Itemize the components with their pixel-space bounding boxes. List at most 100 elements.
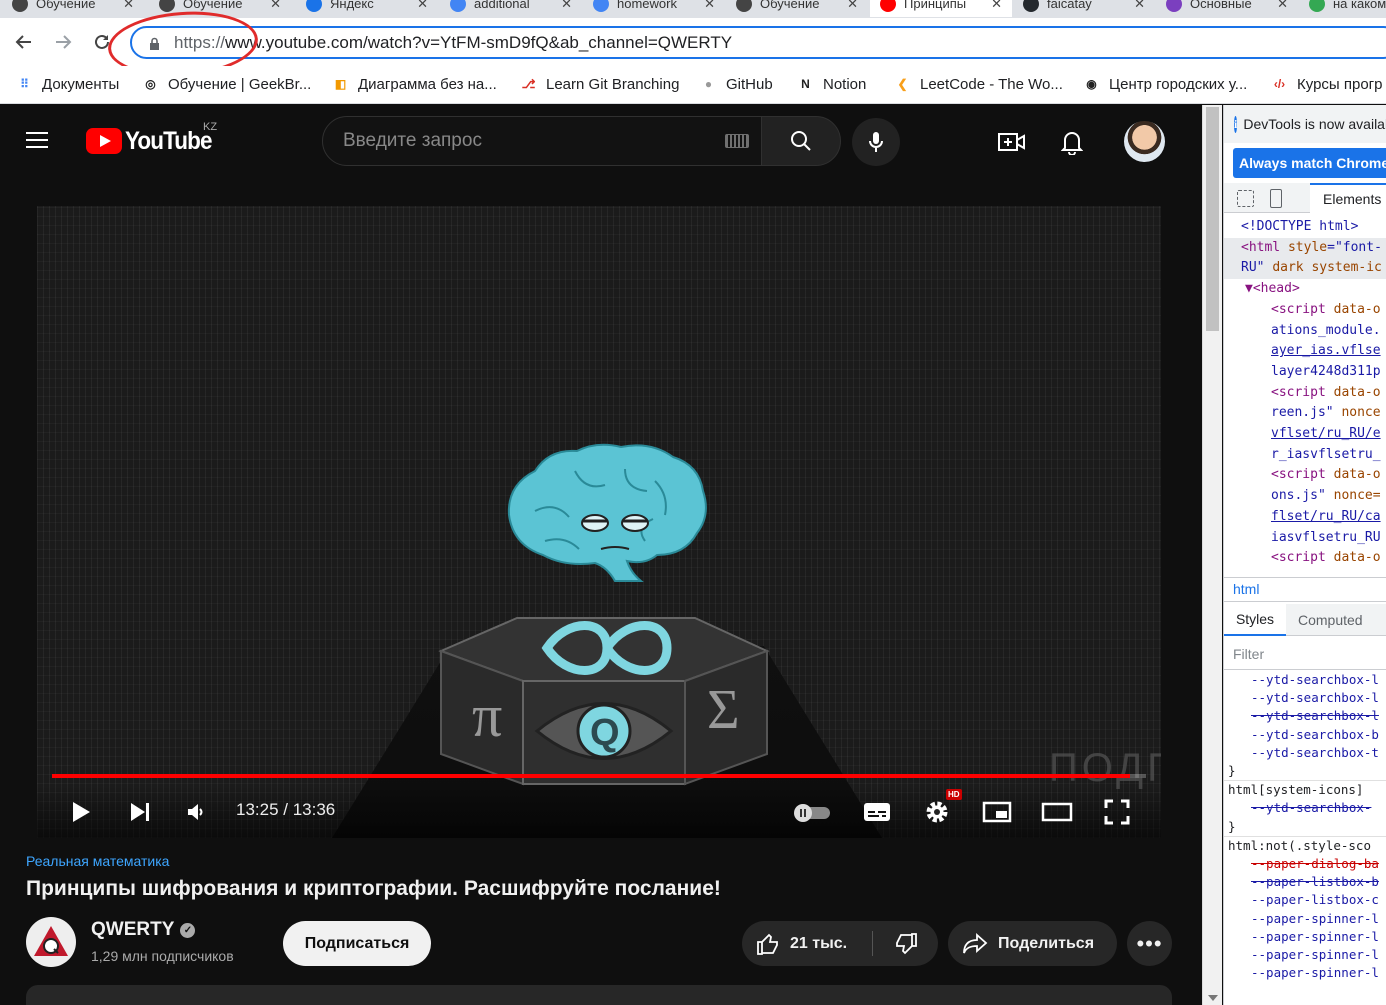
dom-node-line[interactable]: <script data-o (1224, 465, 1386, 486)
tab-close-icon[interactable]: ✕ (1134, 0, 1145, 12)
bookmark-item[interactable]: ‹/› Курсы прогр (1271, 73, 1383, 95)
bookmark-item[interactable]: ◧ Диаграмма без на... (332, 73, 497, 95)
browser-tab[interactable]: Основные ✕ (1156, 0, 1298, 17)
browser-tab[interactable]: Обучение ✕ (149, 0, 291, 17)
geekbrains-icon: ◎ (145, 77, 156, 91)
inspect-element-icon[interactable] (1237, 190, 1254, 207)
dom-node-line[interactable]: <!DOCTYPE html> (1224, 217, 1386, 238)
like-button[interactable]: 21 тыс. (742, 921, 872, 966)
bookmark-item[interactable]: ❮ LeetCode - The Wo... (894, 73, 1062, 95)
dom-node-line[interactable]: ons.js" nonce= (1224, 486, 1386, 507)
browser-tab[interactable]: faicatay ✕ (1013, 0, 1155, 17)
dom-node-line[interactable]: ayer_ias.vflse (1224, 341, 1386, 362)
menu-button[interactable] (26, 127, 56, 157)
tab-close-icon[interactable]: ✕ (1277, 0, 1288, 12)
video-hashtag-link[interactable]: Реальная математика (26, 853, 169, 869)
share-button[interactable]: Поделиться (948, 921, 1117, 966)
bookmark-item[interactable]: ◉ Центр городских у... (1083, 73, 1247, 95)
dislike-button[interactable] (873, 921, 938, 966)
browser-tab[interactable]: Принципы ✕ (870, 0, 1012, 17)
scroll-down-arrow-icon[interactable] (1208, 995, 1218, 1001)
user-avatar[interactable] (1124, 121, 1165, 162)
dom-node-line[interactable]: <script data-o (1224, 548, 1386, 569)
reload-button[interactable] (90, 30, 114, 54)
bookmark-item[interactable]: N Notion (797, 73, 866, 95)
browser-tab[interactable]: Обучение ✕ (726, 0, 868, 17)
styles-filter-input[interactable]: Filter (1224, 638, 1386, 670)
dom-node-line[interactable]: iasvflsetru_RU (1224, 528, 1386, 549)
browser-tab[interactable]: Обучение ✕ (2, 0, 144, 17)
browser-tab[interactable]: homework ✕ (583, 0, 725, 17)
settings-button[interactable] (919, 796, 955, 828)
globe-icon: ◉ (1086, 77, 1097, 91)
theater-mode-button[interactable] (1039, 796, 1075, 828)
fullscreen-button[interactable] (1099, 796, 1135, 828)
forward-button[interactable] (51, 30, 75, 54)
thumbs-down-icon (895, 932, 917, 954)
play-button[interactable] (63, 796, 99, 828)
tab-close-icon[interactable]: ✕ (417, 0, 428, 12)
channel-name[interactable]: QWERTY ✓ (91, 919, 196, 941)
dom-node-line[interactable]: r_iasvflsetru_ (1224, 445, 1386, 466)
always-match-language-button[interactable]: Always match Chrome's language (1233, 148, 1386, 178)
browser-tab[interactable]: Яндекс ✕ (296, 0, 438, 17)
keyboard-icon[interactable] (725, 134, 749, 148)
next-button[interactable] (122, 796, 158, 828)
dom-node-line[interactable]: <script data-o (1224, 383, 1386, 404)
share-label: Поделиться (998, 934, 1095, 952)
dom-node-line[interactable]: reen.js" nonce (1224, 403, 1386, 424)
bookmark-item[interactable]: ◎ Обучение | GeekBr... (142, 73, 311, 95)
css-rules-pane: --ytd-searchbox-l --ytd-searchbox-l --ytd-… (1224, 671, 1386, 1005)
progress-bar[interactable] (52, 774, 1146, 778)
dom-node-line[interactable]: <script data-o (1224, 300, 1386, 321)
volume-button[interactable] (178, 796, 214, 828)
dom-node-line[interactable]: ations_module. (1224, 321, 1386, 342)
bookmark-item[interactable]: ⎇ Learn Git Branching (520, 73, 680, 95)
dom-node-line[interactable]: ▼<head> (1224, 279, 1386, 300)
more-actions-button[interactable]: ••• (1127, 921, 1172, 966)
description-box[interactable] (26, 985, 1172, 1005)
browser-tab[interactable]: на каком✕ (1299, 0, 1386, 17)
dom-breadcrumb[interactable]: html (1224, 577, 1386, 602)
dom-node-line[interactable]: flset/ru_RU/ca (1224, 507, 1386, 528)
tab-close-icon[interactable]: ✕ (704, 0, 715, 12)
tab-elements[interactable]: Elements (1310, 183, 1386, 213)
notifications-button[interactable] (1057, 127, 1087, 157)
browser-tab[interactable]: additional ✕ (440, 0, 582, 17)
back-button[interactable] (12, 30, 36, 54)
dom-node-line[interactable]: <html style="font- (1224, 237, 1386, 259)
bookmark-label: Центр городских у... (1109, 75, 1248, 93)
youtube-page: YouTube KZ Введите запрос π Σ Q ПОД 13:2… (0, 105, 1202, 1005)
subscribe-watermark[interactable]: ПОДПИ (1049, 746, 1161, 791)
tab-close-icon[interactable]: ✕ (847, 0, 858, 12)
autoplay-toggle[interactable] (792, 796, 832, 828)
page-scrollbar[interactable] (1202, 105, 1222, 1005)
tab-label: Принципы (904, 0, 967, 11)
subtitles-button[interactable] (859, 796, 895, 828)
voice-search-button[interactable] (852, 118, 900, 166)
search-input[interactable] (343, 117, 713, 165)
subscribe-button[interactable]: Подписаться (283, 921, 431, 966)
tab-computed[interactable]: Computed (1298, 612, 1363, 628)
page-scrollbar-thumb[interactable] (1206, 107, 1219, 331)
search-button[interactable] (761, 116, 841, 166)
dom-node-line[interactable]: layer4248d311p (1224, 362, 1386, 383)
lock-icon (150, 37, 159, 50)
tab-close-icon[interactable]: ✕ (561, 0, 572, 12)
dom-node-line[interactable]: vflset/ru_RU/e (1224, 424, 1386, 445)
tab-styles[interactable]: Styles (1224, 604, 1286, 636)
address-bar[interactable]: https://www.youtube.com/watch?v=YtFM-smD… (130, 26, 1386, 59)
dom-node-line[interactable]: RU" dark system-ic (1224, 258, 1386, 280)
device-toolbar-icon[interactable] (1270, 189, 1282, 208)
video-player[interactable]: π Σ Q ПОДПИ 13:25 / 13:36 (37, 206, 1161, 838)
tab-favicon-icon (159, 0, 175, 12)
tab-close-icon[interactable]: ✕ (123, 0, 134, 12)
bookmark-item[interactable]: ⠿ Документы (16, 73, 119, 95)
tab-close-icon[interactable]: ✕ (991, 0, 1002, 12)
channel-avatar[interactable] (26, 917, 76, 967)
create-video-button[interactable] (997, 127, 1027, 157)
youtube-logo[interactable]: YouTube KZ (86, 121, 221, 157)
tab-close-icon[interactable]: ✕ (270, 0, 281, 12)
miniplayer-button[interactable] (979, 796, 1015, 828)
bookmark-item[interactable]: ● GitHub (700, 73, 773, 95)
